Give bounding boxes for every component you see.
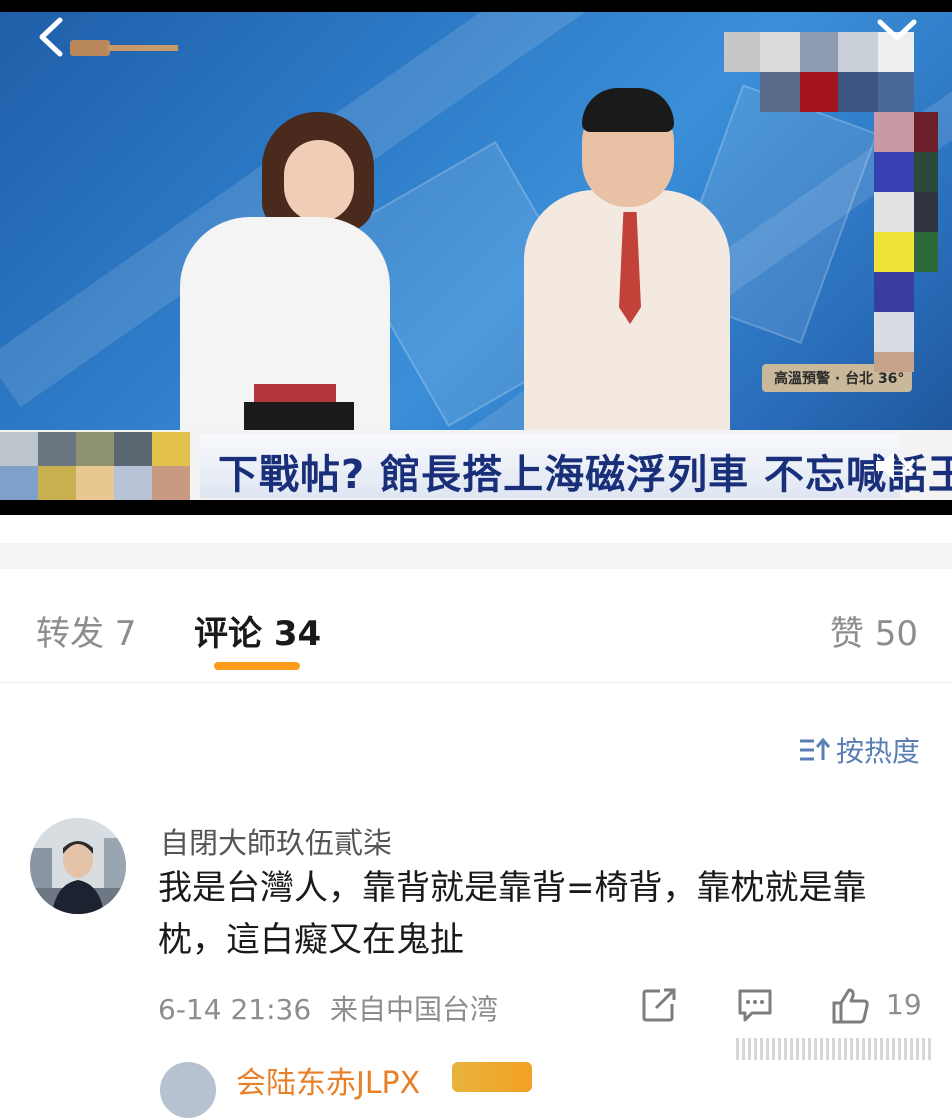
tab-likes[interactable]: 赞 50 — [830, 606, 918, 655]
comment-source: 来自中国台湾 — [330, 993, 499, 1026]
video-frame[interactable]: 高溫預警 · 台北 36° 下戰帖? 館長搭上海磁浮列車 不忘喊話王 — [0, 12, 952, 500]
comment-username[interactable]: 自閉大師玖伍貳柒 — [160, 820, 392, 862]
comment-time: 6-14 21:36 — [158, 993, 312, 1026]
sort-label: 按热度 — [835, 735, 920, 768]
next-avatar[interactable] — [160, 1062, 216, 1118]
back-icon[interactable] — [30, 14, 76, 60]
collapse-icon[interactable] — [874, 16, 920, 46]
gavel-graphic — [70, 40, 178, 56]
censor-mosaic-top-right — [724, 32, 952, 372]
sort-button[interactable]: 按热度 — [798, 730, 920, 770]
like-count: 19 — [886, 988, 922, 1021]
mute-icon[interactable] — [872, 448, 922, 484]
reply-icon[interactable] — [736, 986, 774, 1024]
tab-comments[interactable]: 评论 34 — [194, 606, 321, 655]
tab-bar: 转发 7 评论 34 赞 50 — [0, 574, 952, 683]
next-comment-username[interactable]: 会陆东赤JLPX — [236, 1058, 420, 1102]
comment-meta: 6-14 21:36 来自中国台湾 — [158, 988, 498, 1028]
section-divider — [0, 543, 952, 569]
share-icon[interactable] — [640, 986, 678, 1024]
watermark-strip — [736, 1038, 932, 1060]
active-tab-indicator — [214, 662, 300, 670]
censor-mosaic-logo — [0, 432, 200, 500]
sort-icon — [799, 737, 830, 761]
like-icon[interactable] — [830, 986, 870, 1026]
user-badge — [452, 1062, 532, 1092]
tab-repost[interactable]: 转发 7 — [36, 606, 136, 655]
video-caption: 下戰帖? 館長搭上海磁浮列車 不忘喊話王義川 — [218, 452, 952, 498]
comment-text: 我是台灣人，靠背就是靠背=椅背，靠枕就是靠枕，這白癡又在鬼扯 — [158, 868, 867, 960]
video-player[interactable]: 高溫預警 · 台北 36° 下戰帖? 館長搭上海磁浮列車 不忘喊話王 — [0, 0, 952, 515]
avatar[interactable] — [30, 818, 126, 914]
